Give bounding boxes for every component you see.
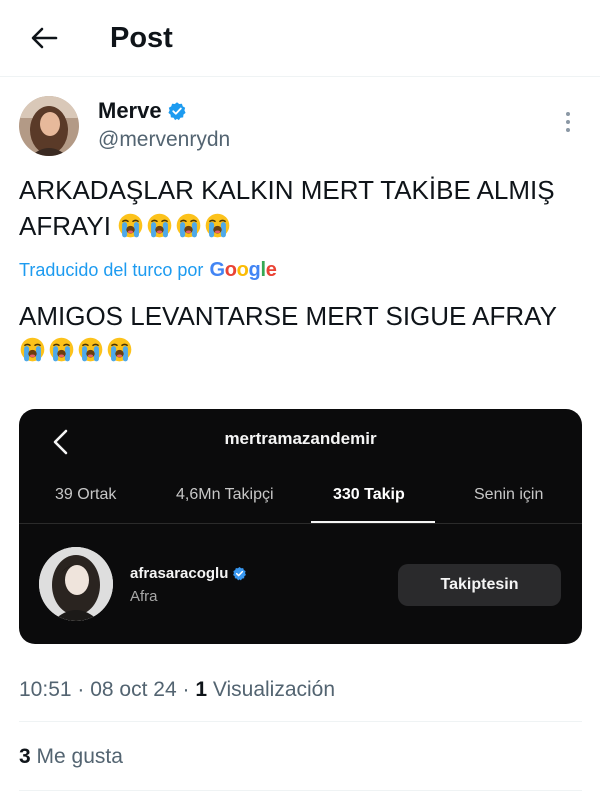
meta-divider <box>19 721 582 722</box>
post-time[interactable]: 10:51 <box>19 678 72 701</box>
more-dot <box>566 120 570 124</box>
embedded-image[interactable]: mertramazandemir 39 Ortak 4,6Mn Takipçi … <box>19 409 582 644</box>
tweet-emoji-row <box>117 212 231 239</box>
more-options-button[interactable] <box>558 108 578 136</box>
tabs-divider <box>19 523 582 524</box>
loudly-crying-face-icon <box>107 337 132 362</box>
tab-following[interactable]: 330 Takip <box>333 483 405 507</box>
likes-label: Me gusta <box>36 745 123 768</box>
separator-dot: · <box>77 678 91 701</box>
loudly-crying-face-icon <box>118 213 143 238</box>
profile-tabs: 39 Ortak 4,6Mn Takipçi 330 Takip Senin i… <box>19 483 582 521</box>
profile-username: mertramazandemir <box>224 429 377 448</box>
following-username[interactable]: afrasaracoglu <box>130 565 247 582</box>
loudly-crying-face-icon <box>176 213 201 238</box>
post-metadata: 10:51 · 08 oct 24 · 1 Visualización <box>19 676 335 704</box>
following-status-button[interactable]: Takiptesin <box>398 564 561 606</box>
following-full-name: Afra <box>130 588 158 605</box>
page-title: Post <box>110 22 173 54</box>
views-label: Visualización <box>212 678 336 701</box>
google-letter: G <box>209 259 225 281</box>
top-bar: Post <box>0 0 600 76</box>
google-letter: e <box>265 259 277 281</box>
avatar-image <box>19 96 79 156</box>
header-divider <box>0 76 600 77</box>
following-user-avatar[interactable] <box>39 547 113 621</box>
tweet-text: ARKADAŞLAR KALKIN MERT TAKİBE ALMIŞ AFRA… <box>19 172 585 244</box>
post-date[interactable]: 08 oct 24 <box>90 678 176 701</box>
google-logo: Google <box>209 258 276 282</box>
arrow-left-icon <box>31 27 58 49</box>
translation-attribution[interactable]: Traducido del turco por Google <box>19 258 277 282</box>
more-dot <box>566 128 570 132</box>
views-count: 1 <box>195 678 207 701</box>
back-button[interactable] <box>26 20 62 56</box>
following-username-text: afrasaracoglu <box>130 565 229 582</box>
loudly-crying-face-icon <box>20 337 45 362</box>
tab-mutual[interactable]: 39 Ortak <box>55 483 116 507</box>
translated-body: AMIGOS LEVANTARSE MERT SIGUE AFRAY <box>19 301 557 331</box>
avatar-image <box>39 547 113 621</box>
verified-badge-icon <box>168 102 186 121</box>
author-name[interactable]: Merve <box>98 98 187 124</box>
loudly-crying-face-icon <box>147 213 172 238</box>
author-handle[interactable]: @mervenrydn <box>98 127 230 153</box>
author-display-name: Merve <box>98 98 162 123</box>
likes-divider <box>19 790 582 791</box>
google-letter: o <box>224 259 237 281</box>
loudly-crying-face-icon <box>49 337 74 362</box>
loudly-crying-face-icon <box>78 337 103 362</box>
tweet-body: ARKADAŞLAR KALKIN MERT TAKİBE ALMIŞ AFRA… <box>19 175 555 241</box>
translation-label: Traducido del turco por <box>19 260 204 280</box>
likes-count: 3 <box>19 745 31 768</box>
verified-badge-icon <box>233 566 247 581</box>
translated-text: AMIGOS LEVANTARSE MERT SIGUE AFRAY <box>19 298 585 363</box>
google-letter: g <box>248 259 261 281</box>
loudly-crying-face-icon <box>205 213 230 238</box>
translated-emoji-row <box>19 336 585 363</box>
likes-stat[interactable]: 3 Me gusta <box>19 743 123 771</box>
google-letter: o <box>236 259 249 281</box>
author-avatar[interactable] <box>19 96 79 156</box>
more-vertical-icon <box>566 112 570 116</box>
tab-followers[interactable]: 4,6Mn Takipçi <box>176 483 274 507</box>
tab-for-you[interactable]: Senin için <box>474 483 543 507</box>
separator-dot: · <box>182 678 196 701</box>
